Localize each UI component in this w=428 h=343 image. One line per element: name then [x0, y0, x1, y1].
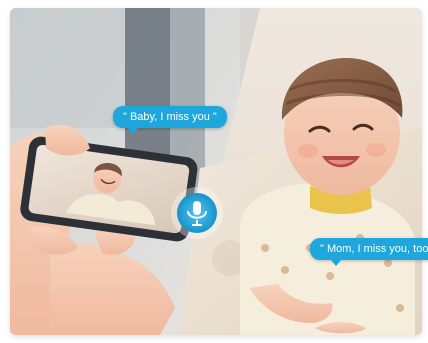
microphone-button: [171, 187, 223, 239]
speech-text-baby: " Mom, I miss you, too ": [320, 243, 428, 255]
speech-text-parent: " Baby, I miss you ": [123, 111, 217, 123]
scene: " Baby, I miss you " " Mom, I miss you, …: [0, 0, 428, 343]
hand-and-phone: [10, 124, 198, 335]
photo-illustration: [10, 8, 422, 335]
photo-frame: [10, 8, 422, 335]
baby-head: [281, 58, 403, 195]
speech-bubble-parent: " Baby, I miss you ": [113, 106, 227, 134]
speech-bubble-baby: " Mom, I miss you, too ": [310, 238, 428, 266]
